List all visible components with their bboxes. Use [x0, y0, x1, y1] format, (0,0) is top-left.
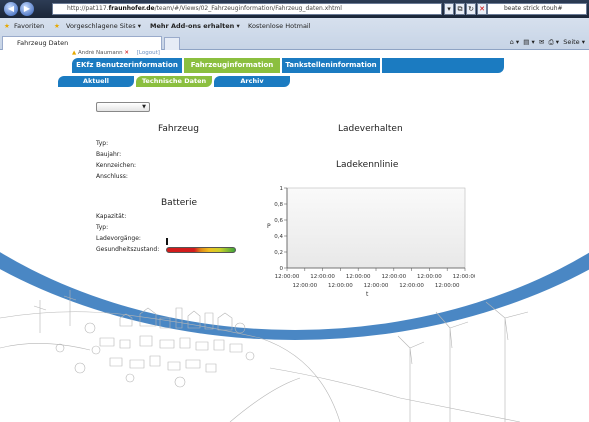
- url-domain: fraunhofer.de: [108, 5, 155, 12]
- browser-chrome: ◀ ▶ http://pat117.fraunhofer.de/team/#/V…: [0, 0, 589, 50]
- vehicle-year-label: Baujahr:: [96, 151, 122, 158]
- add-favorite-icon[interactable]: ★: [54, 18, 60, 34]
- back-icon[interactable]: ◀: [4, 2, 18, 16]
- charging-behavior-heading: Ladeverhalten: [338, 124, 403, 134]
- x-tick-label: 12:00:00: [453, 274, 475, 280]
- address-field[interactable]: http://pat117.fraunhofer.de/team/#/Views…: [52, 3, 442, 15]
- search-input[interactable]: beate strick rtouh#: [487, 3, 587, 15]
- dropdown-icon[interactable]: ▾: [444, 3, 454, 15]
- user-info: ▲ André Naumann ✕ [Logout]: [72, 50, 160, 56]
- x-tick-label: 12:00:00: [399, 283, 424, 289]
- health-gauge-bar: [166, 247, 236, 253]
- charging-curve-chart: 0 0,2 0,4 0,6 0,8 1 12:00:00 12:00:00 12:00:00 12…: [267, 186, 475, 298]
- close-icon[interactable]: ✕: [124, 50, 129, 56]
- x-tick-label: 12:00:00: [310, 274, 335, 280]
- x-axis-label: t: [366, 291, 369, 298]
- compat-icon[interactable]: ⧉: [455, 3, 465, 15]
- y-tick-label: 0,6: [274, 218, 283, 224]
- plot-area: [286, 187, 466, 269]
- x-tick-label: 12:00:00: [346, 274, 371, 280]
- vehicle-type-label: Typ:: [96, 140, 109, 147]
- tab-tankstelleninformation[interactable]: Tankstelleninformation: [282, 58, 380, 73]
- x-tick-label: 12:00:00: [381, 274, 406, 280]
- page-menu[interactable]: Seite ▾: [563, 38, 585, 46]
- print-icon[interactable]: ⎙ ▾: [549, 38, 560, 46]
- url-prefix: http://pat117.: [67, 5, 109, 12]
- chevron-down-icon: ▼: [142, 104, 146, 110]
- charging-curve-heading: Ladekennlinie: [336, 160, 399, 170]
- x-tick-label: 12:00:00: [364, 283, 389, 289]
- fav-hotmail[interactable]: Kostenlose Hotmail: [248, 18, 311, 34]
- stop-icon[interactable]: ✕: [477, 3, 487, 15]
- refresh-icon[interactable]: ↻: [466, 3, 476, 15]
- battery-cycles-label: Ladevorgänge:: [96, 235, 141, 242]
- url-path: /team/#/Views/02_Fahrzeuginformation/Fah…: [154, 5, 342, 12]
- health-marker: [166, 238, 168, 245]
- user-name: André Naumann: [77, 50, 123, 56]
- x-tick-label: 12:00:00: [417, 274, 442, 280]
- y-axis-label: P: [267, 223, 271, 230]
- tab-empty[interactable]: [382, 58, 504, 73]
- fav-suggested-sites[interactable]: Vorgeschlagene Sites ▾: [66, 18, 141, 34]
- favorites-button[interactable]: Favoriten: [14, 18, 44, 34]
- address-bar-area: ◀ ▶ http://pat117.fraunhofer.de/team/#/V…: [0, 0, 589, 18]
- x-tick-label: 12:00:00: [328, 283, 353, 289]
- y-tick-label: 0,4: [274, 234, 283, 240]
- web-page: ▲ André Naumann ✕ [Logout] EKfz Benutzer…: [0, 50, 589, 422]
- forward-icon[interactable]: ▶: [20, 2, 34, 16]
- battery-heading: Batterie: [161, 198, 198, 208]
- battery-capacity-label: Kapazität:: [96, 213, 127, 220]
- x-tick-label: 12:00:00: [292, 283, 317, 289]
- battery-type-label: Typ:: [96, 224, 109, 231]
- main-content: ▲ André Naumann ✕ [Logout] EKfz Benutzer…: [0, 50, 589, 422]
- subtab-technische-daten[interactable]: Technische Daten: [136, 76, 212, 87]
- x-tick-label: 12:00:00: [275, 274, 300, 280]
- star-icon: ★: [4, 22, 10, 30]
- y-tick-label: 0,2: [274, 250, 283, 256]
- vehicle-heading: Fahrzeug: [158, 124, 199, 134]
- subtab-aktuell[interactable]: Aktuell: [58, 76, 134, 87]
- y-tick-label: 0,8: [274, 202, 283, 208]
- y-tick-label: 1: [280, 186, 284, 192]
- fav-addons[interactable]: Mehr Add-ons erhalten ▾: [150, 18, 240, 34]
- mail-icon[interactable]: ✉: [539, 38, 544, 46]
- x-tick-label: 12:00:00: [435, 283, 460, 289]
- feeds-icon[interactable]: ▤ ▾: [523, 38, 534, 46]
- favorites-bar: ★ Favoriten ★ Vorgeschlagene Sites ▾ Meh…: [0, 18, 589, 34]
- vehicle-select[interactable]: ▼: [96, 102, 150, 112]
- subtab-archiv[interactable]: Archiv: [214, 76, 290, 87]
- vehicle-plate-label: Kennzeichen:: [96, 162, 137, 169]
- warning-icon: ▲: [72, 50, 77, 56]
- tab-ekfz-benutzerinformation[interactable]: EKfz Benutzerinformation: [72, 58, 182, 73]
- vehicle-connector-label: Anschluss:: [96, 173, 128, 180]
- home-icon[interactable]: ⌂ ▾: [510, 38, 519, 46]
- battery-health-label: Gesundheitszustand:: [96, 246, 160, 253]
- tab-fahrzeug-daten[interactable]: Fahrzeug Daten: [2, 36, 162, 50]
- tab-fahrzeuginformation[interactable]: Fahrzeuginformation: [184, 58, 280, 73]
- y-tick-label: 0: [280, 266, 284, 272]
- new-tab-button[interactable]: [164, 37, 180, 50]
- tab-bar: Fahrzeug Daten ⌂ ▾ ▤ ▾ ✉ ⎙ ▾ Seite ▾: [0, 34, 589, 50]
- logout-link[interactable]: [Logout]: [137, 50, 160, 56]
- command-bar: ⌂ ▾ ▤ ▾ ✉ ⎙ ▾ Seite ▾: [510, 36, 585, 49]
